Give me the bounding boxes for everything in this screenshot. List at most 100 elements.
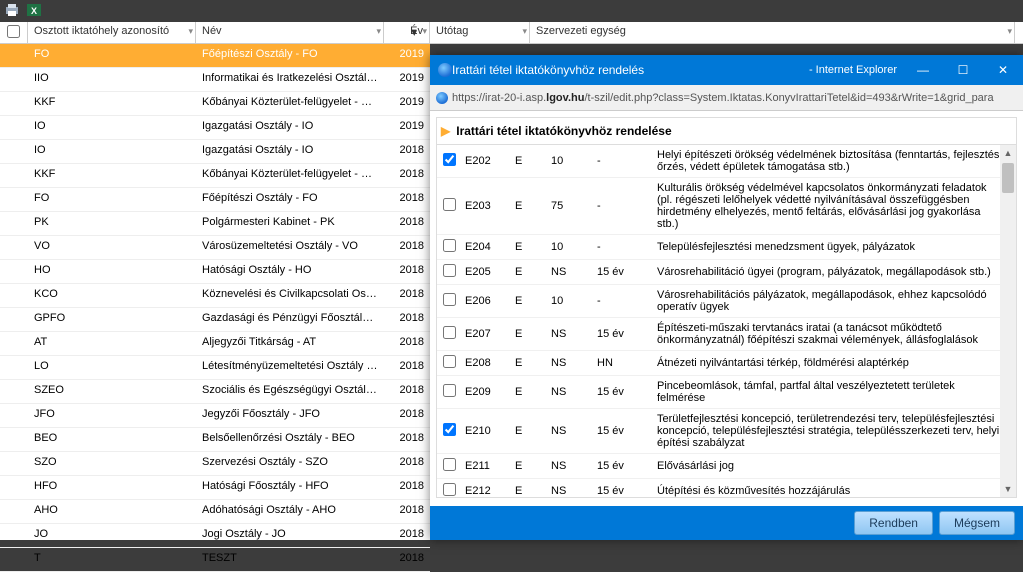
cell-col2: E <box>515 155 551 167</box>
chevron-down-icon[interactable]: ▾ <box>376 26 381 37</box>
header-year[interactable]: Év▾▾ <box>384 22 430 43</box>
cell-year: 2018 <box>384 356 430 379</box>
cell-year: 2018 <box>384 188 430 211</box>
row-checkbox[interactable] <box>443 153 456 166</box>
cell-name: Adóhatósági Osztály - AHO <box>196 500 384 523</box>
scroll-thumb[interactable] <box>1002 163 1014 193</box>
cell-description: Elővásárlási jog <box>657 460 1010 472</box>
cell-col3: NS <box>551 357 597 369</box>
table-row[interactable]: FOFőépítészi Osztály - FO2018 <box>0 188 430 212</box>
row-checkbox[interactable] <box>443 198 456 211</box>
cell-col3: NS <box>551 460 597 472</box>
table-row[interactable]: PKPolgármesteri Kabinet - PK2018 <box>0 212 430 236</box>
cell-col2: E <box>515 386 551 398</box>
cell-name: Hatósági Osztály - HO <box>196 260 384 283</box>
table-row[interactable]: KKFKőbányai Közterület-felügyelet - KKF2… <box>0 164 430 188</box>
table-row[interactable]: HFOHatósági Főosztály - HFO2018 <box>0 476 430 500</box>
table-row[interactable]: SZOSzervezési Osztály - SZO2018 <box>0 452 430 476</box>
maximize-button[interactable]: ☐ <box>943 55 983 85</box>
header-id[interactable]: Osztott iktatóhely azonosító▾ <box>28 22 196 43</box>
table-row[interactable]: JFOJegyzői Főosztály - JFO2018 <box>0 404 430 428</box>
header-utotag[interactable]: Utótag▾ <box>430 22 530 43</box>
row-checkbox[interactable] <box>443 458 456 471</box>
select-all-checkbox[interactable] <box>7 25 20 38</box>
table-row[interactable]: KKFKőbányai Közterület-felügyelet - KKF2… <box>0 92 430 116</box>
row-checkbox[interactable] <box>443 239 456 252</box>
header-szervezet[interactable]: Szervezeti egység▾ <box>530 22 1015 43</box>
dialog-table-row[interactable]: E204E10-Településfejlesztési menedzsment… <box>437 235 1016 260</box>
scroll-up-icon[interactable]: ▲ <box>1000 145 1016 161</box>
dialog-table-row[interactable]: E211ENS15 évElővásárlási jog <box>437 454 1016 479</box>
cell-description: Területfejlesztési koncepció, területren… <box>657 413 1010 449</box>
dialog-section-title: ▶ Irattári tétel iktatókönyvhöz rendelés… <box>436 117 1017 145</box>
table-row[interactable]: KCOKöznevelési és Civilkapcsolati Osztál… <box>0 284 430 308</box>
cell-duration: 15 év <box>597 386 657 398</box>
cell-year: 2018 <box>384 380 430 403</box>
dialog-scrollbar[interactable]: ▲ ▼ <box>1000 145 1016 497</box>
row-checkbox[interactable] <box>443 264 456 277</box>
minimize-button[interactable]: — <box>903 55 943 85</box>
cell-col3: NS <box>551 266 597 278</box>
dialog-table-row[interactable]: E205ENS15 évVárosrehabilitáció ügyei (pr… <box>437 260 1016 285</box>
cell-year: 2018 <box>384 260 430 283</box>
table-row[interactable]: LOLétesítményüzemeltetési Osztály - LO20… <box>0 356 430 380</box>
cell-name: Aljegyzői Titkárság - AT <box>196 332 384 355</box>
cancel-button[interactable]: Mégsem <box>939 511 1015 535</box>
row-checkbox[interactable] <box>443 293 456 306</box>
cell-year: 2018 <box>384 308 430 331</box>
chevron-down-icon[interactable]: ▾ <box>522 26 527 37</box>
table-row[interactable]: FOFőépítészi Osztály - FO2019 <box>0 44 430 68</box>
ie-logo-icon <box>436 92 448 104</box>
dialog-table-row[interactable]: E206E10-Városrehabilitációs pályázatok, … <box>437 285 1016 318</box>
row-checkbox[interactable] <box>443 483 456 496</box>
cell-name: Szervezési Osztály - SZO <box>196 452 384 475</box>
table-row[interactable]: IIOInformatikai és Iratkezelési Osztály … <box>0 68 430 92</box>
dialog-table-row[interactable]: E208ENSHNÁtnézeti nyilvántartási térkép,… <box>437 351 1016 376</box>
header-checkbox-cell[interactable] <box>0 22 28 43</box>
cell-name: Informatikai és Iratkezelési Osztály - … <box>196 68 384 91</box>
scroll-down-icon[interactable]: ▼ <box>1000 481 1016 497</box>
dialog-titlebar[interactable]: Irattári tétel iktatókönyvhöz rendelés -… <box>430 55 1023 85</box>
table-row[interactable]: HOHatósági Osztály - HO2018 <box>0 260 430 284</box>
chevron-down-icon[interactable]: ▾ <box>1007 26 1012 37</box>
chevron-down-icon[interactable]: ▾ <box>422 26 427 37</box>
cell-year: 2018 <box>384 524 430 547</box>
table-row[interactable]: AHOAdóhatósági Osztály - AHO2018 <box>0 500 430 524</box>
close-button[interactable]: ✕ <box>983 55 1023 85</box>
dialog-table-row[interactable]: E210ENS15 évTerületfejlesztési koncepció… <box>437 409 1016 454</box>
cell-duration: 15 év <box>597 328 657 340</box>
header-name[interactable]: Név▾ <box>196 22 384 43</box>
cell-code: E209 <box>465 386 515 398</box>
dialog-url-bar[interactable]: https://irat-20-i.asp.lgov.hu/t-szil/edi… <box>430 85 1023 111</box>
row-checkbox[interactable] <box>443 423 456 436</box>
dialog-table-row[interactable]: E203E75-Kulturális örökség védelmével ka… <box>437 178 1016 235</box>
dialog-table-row[interactable]: E207ENS15 évÉpítészeti-műszaki tervtanác… <box>437 318 1016 351</box>
print-icon[interactable] <box>4 2 20 18</box>
excel-icon[interactable]: X <box>26 2 42 18</box>
cell-id: AHO <box>28 500 196 523</box>
table-row[interactable]: SZEOSzociális és Egészségügyi Osztály - … <box>0 380 430 404</box>
table-row[interactable]: ATAljegyzői Titkárság - AT2018 <box>0 332 430 356</box>
dialog-table-row[interactable]: E212ENS15 évÚtépítési és közművesítés ho… <box>437 479 1016 498</box>
dialog-table-row[interactable]: E209ENS15 évPincebeomlások, támfal, part… <box>437 376 1016 409</box>
chevron-down-icon[interactable]: ▾ <box>188 26 193 37</box>
cell-year: 2018 <box>384 284 430 307</box>
table-row[interactable]: IOIgazgatási Osztály - IO2019 <box>0 116 430 140</box>
table-row[interactable]: JOJogi Osztály - JO2018 <box>0 524 430 548</box>
row-checkbox[interactable] <box>443 355 456 368</box>
ok-button[interactable]: Rendben <box>854 511 933 535</box>
table-row[interactable]: VOVárosüzemeltetési Osztály - VO2018 <box>0 236 430 260</box>
table-row[interactable]: BEOBelsőellenőrzési Osztály - BEO2018 <box>0 428 430 452</box>
row-checkbox[interactable] <box>443 326 456 339</box>
cell-col2: E <box>515 241 551 253</box>
cell-description: Kulturális örökség védelmével kapcsolato… <box>657 182 1010 230</box>
table-row[interactable]: GPFOGazdasági és Pénzügyi Főosztály - G…… <box>0 308 430 332</box>
cell-id: GPFO <box>28 308 196 331</box>
cell-description: Építészeti-műszaki tervtanács iratai (a … <box>657 322 1010 346</box>
cell-description: Városrehabilitáció ügyei (program, pályá… <box>657 266 1010 278</box>
dialog-table-row[interactable]: E202E10-Helyi építészeti örökség védelmé… <box>437 145 1016 178</box>
cell-year: 2018 <box>384 212 430 235</box>
table-row[interactable]: TTESZT2018 <box>0 548 430 572</box>
table-row[interactable]: IOIgazgatási Osztály - IO2018 <box>0 140 430 164</box>
row-checkbox[interactable] <box>443 384 456 397</box>
